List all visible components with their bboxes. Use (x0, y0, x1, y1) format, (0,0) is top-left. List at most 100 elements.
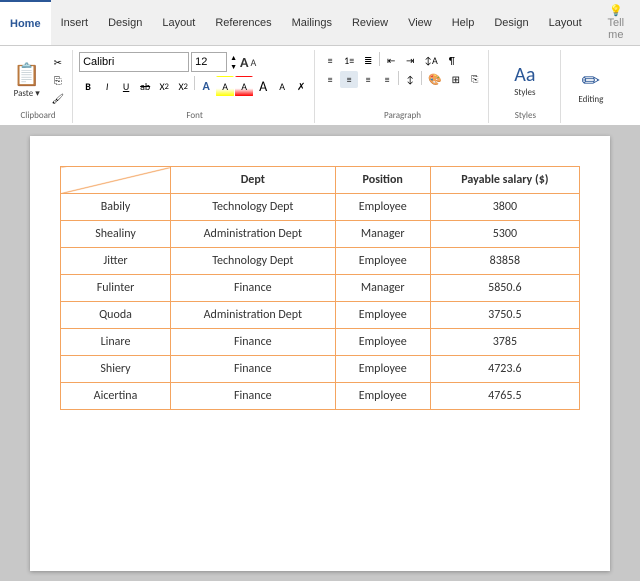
superscript-button[interactable]: X2 (174, 76, 192, 97)
cell-salary: 3785 (430, 329, 579, 356)
align-right-button[interactable]: ≡ (359, 71, 377, 88)
styles-button[interactable]: Aa Styles (495, 54, 555, 106)
cell-salary: 5850.6 (430, 275, 579, 302)
col-header-position: Position (335, 167, 430, 194)
cell-salary: 3800 (430, 194, 579, 221)
cell-name: Linare (61, 329, 171, 356)
font-shrink-button[interactable]: ▼ (229, 62, 238, 71)
italic-button[interactable]: I (98, 76, 116, 97)
paragraph-expand-button[interactable]: ⎘ (466, 71, 484, 88)
table-row: Aicertina Finance Employee 4765.5 (61, 383, 580, 410)
borders-button[interactable]: ⊞ (447, 71, 465, 88)
salary-table: Dept Position Payable salary ($) Babily … (60, 166, 580, 410)
font-color-button[interactable]: A (235, 76, 253, 97)
scissors-icon: ✂ (54, 56, 62, 69)
editing-button[interactable]: ✏ Editing (567, 60, 615, 112)
paste-button[interactable]: 📋 Paste ▾ (8, 54, 45, 106)
tab-help[interactable]: Help (442, 0, 485, 45)
divider4 (421, 71, 422, 85)
cell-name: Aicertina (61, 383, 171, 410)
table-row: Fulinter Finance Manager 5850.6 (61, 275, 580, 302)
cell-salary: 4765.5 (430, 383, 579, 410)
copy-icon: ⎘ (54, 74, 62, 87)
tab-tell-me[interactable]: 💡 Tell me (592, 0, 640, 45)
cell-name: Babily (61, 194, 171, 221)
cut-button[interactable]: ✂ (47, 54, 68, 71)
underline-button[interactable]: U (117, 76, 135, 97)
align-center-button[interactable]: ≡ (340, 71, 358, 88)
font-case-icon: A (240, 54, 248, 71)
editing-group: ✏ Editing (563, 50, 619, 123)
tab-design[interactable]: Design (98, 0, 152, 45)
line-spacing-button[interactable]: ↕ (401, 71, 419, 88)
cell-position: Manager (335, 275, 430, 302)
styles-label: Styles (495, 108, 556, 123)
cell-name: Shealiny (61, 221, 171, 248)
clipboard-group: 📋 Paste ▾ ✂ ⎘ 🖌 Clipboard (4, 50, 73, 123)
styles-icon: Aa (514, 63, 535, 87)
styles-group: Aa Styles Styles (491, 50, 561, 123)
cell-dept: Administration Dept (171, 221, 336, 248)
divider3 (398, 71, 399, 85)
tab-view[interactable]: View (398, 0, 442, 45)
increase-indent-button[interactable]: ⇥ (401, 52, 419, 69)
paste-icon: 📋 (13, 61, 40, 88)
cell-salary: 5300 (430, 221, 579, 248)
col-header-name (61, 167, 171, 194)
page: Dept Position Payable salary ($) Babily … (30, 136, 610, 571)
clear-format-button[interactable]: ✗ (292, 76, 310, 97)
tab-mailings[interactable]: Mailings (282, 0, 342, 45)
lightbulb-icon: 💡 (609, 5, 623, 17)
font-group: ▲ ▼ A A B I U ab X2 X2 A A A A A ✗ (75, 50, 315, 123)
cell-name: Fulinter (61, 275, 171, 302)
tab-insert[interactable]: Insert (51, 0, 99, 45)
cell-position: Employee (335, 329, 430, 356)
cell-name: Quoda (61, 302, 171, 329)
font-size-up-button[interactable]: A (254, 76, 272, 97)
text-effects-button[interactable]: A (197, 76, 215, 97)
copy-button[interactable]: ⎘ (47, 72, 68, 89)
font-size-input[interactable] (191, 52, 227, 72)
font-name-input[interactable] (79, 52, 189, 72)
tab-design2[interactable]: Design (484, 0, 538, 45)
bold-button[interactable]: B (79, 76, 97, 97)
divider (194, 76, 195, 90)
editing-label: Editing (578, 94, 603, 105)
table-row: Quoda Administration Dept Employee 3750.… (61, 302, 580, 329)
col-header-dept: Dept (171, 167, 336, 194)
cell-position: Employee (335, 356, 430, 383)
ribbon-tabs: Home Insert Design Layout References Mai… (0, 0, 640, 46)
sort-button[interactable]: ↕A (420, 52, 442, 69)
paintbrush-icon: 🖌 (51, 92, 64, 105)
paragraph-group: ≡ 1≡ ≣ ⇤ ⇥ ↕A ¶ ≡ ≡ ≡ ≡ ↕ 🎨 ⊞ ⎘ (317, 50, 489, 123)
highlight-button[interactable]: A (216, 76, 234, 97)
tab-layout2[interactable]: Layout (539, 0, 592, 45)
divider2 (379, 52, 380, 66)
format-painter-button[interactable]: 🖌 (47, 90, 68, 107)
align-left-button[interactable]: ≡ (321, 71, 339, 88)
tab-references[interactable]: References (205, 0, 281, 45)
cell-position: Employee (335, 194, 430, 221)
bullets-button[interactable]: ≡ (321, 52, 339, 69)
clipboard-label: Clipboard (8, 108, 68, 123)
strikethrough-button[interactable]: ab (136, 76, 154, 97)
cell-position: Employee (335, 302, 430, 329)
tab-layout[interactable]: Layout (152, 0, 205, 45)
font-grow-button[interactable]: ▲ (229, 53, 238, 62)
col-header-salary: Payable salary ($) (430, 167, 579, 194)
font-label: Font (79, 108, 310, 123)
tab-home[interactable]: Home (0, 0, 51, 45)
cell-position: Employee (335, 248, 430, 275)
cell-name: Shiery (61, 356, 171, 383)
multilevel-button[interactable]: ≣ (359, 52, 377, 69)
subscript-button[interactable]: X2 (155, 76, 173, 97)
font-size-down-button[interactable]: A (273, 76, 291, 97)
justify-button[interactable]: ≡ (378, 71, 396, 88)
shading-button[interactable]: 🎨 (424, 71, 446, 88)
show-marks-button[interactable]: ¶ (443, 52, 461, 69)
tab-review[interactable]: Review (342, 0, 398, 45)
decrease-indent-button[interactable]: ⇤ (382, 52, 400, 69)
numbering-button[interactable]: 1≡ (340, 52, 358, 69)
cell-dept: Technology Dept (171, 248, 336, 275)
cell-position: Employee (335, 383, 430, 410)
